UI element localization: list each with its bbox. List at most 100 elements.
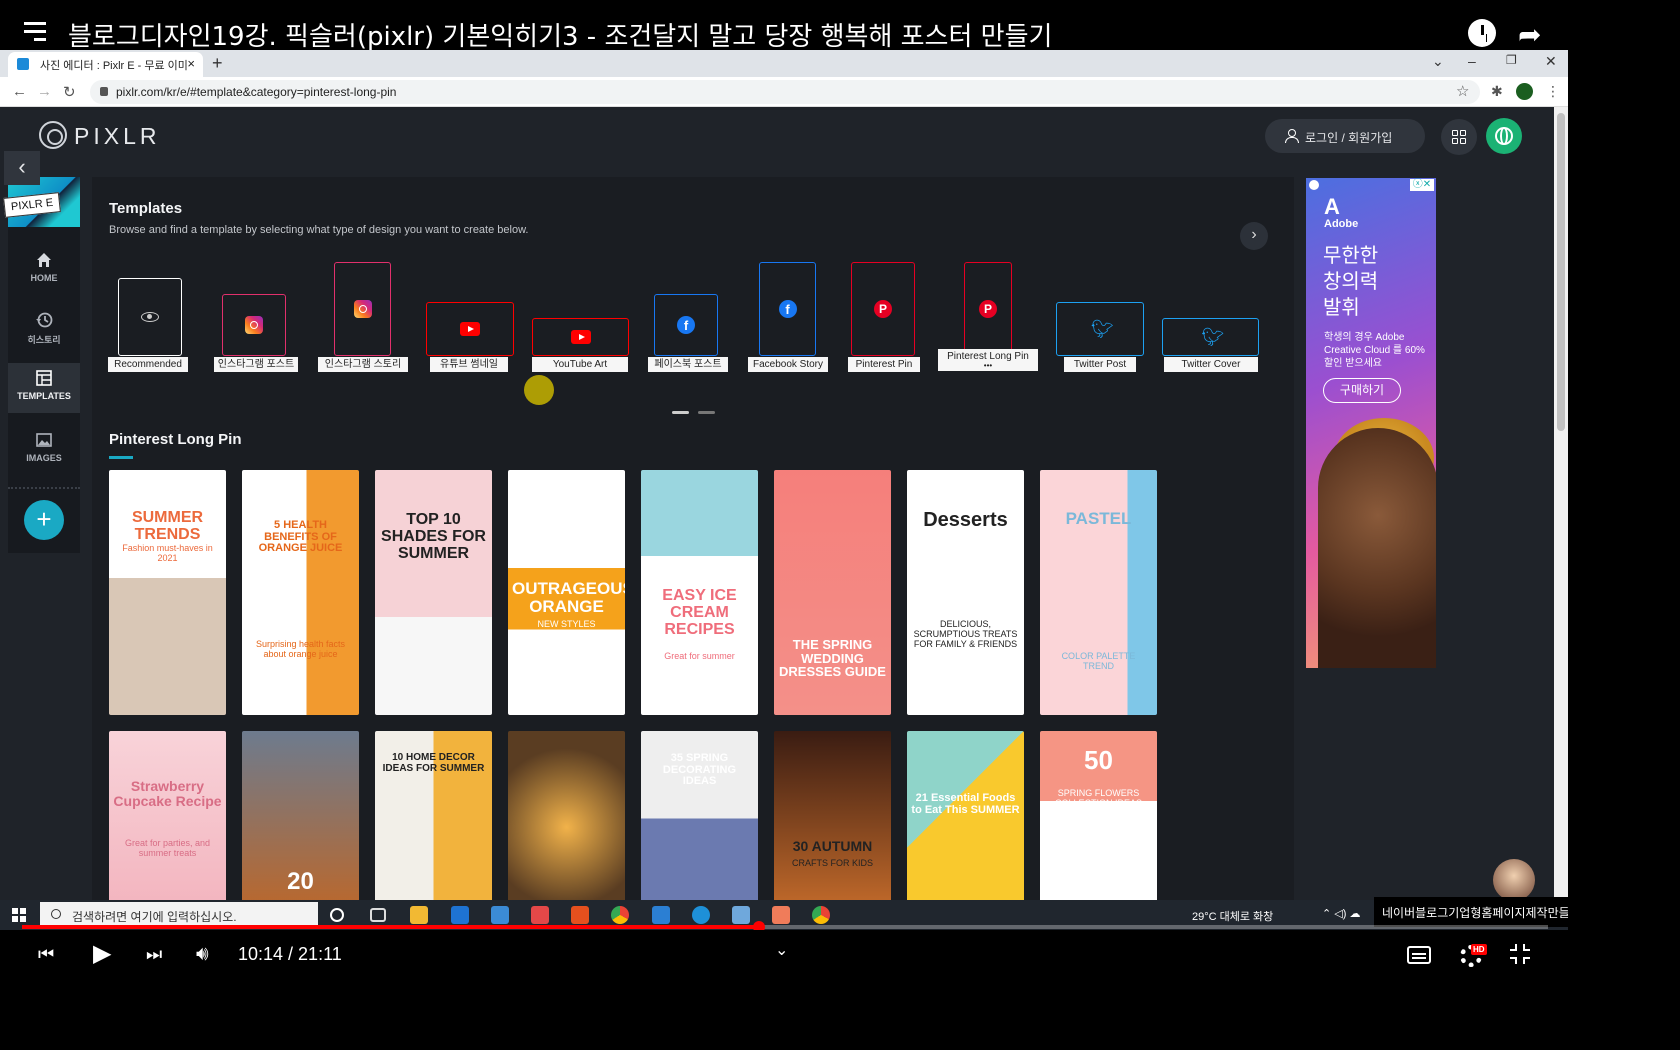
template-type-card[interactable] <box>118 278 182 356</box>
cortana-icon[interactable] <box>330 908 344 922</box>
carousel-pagination[interactable] <box>672 401 724 419</box>
sidebar-item-history[interactable]: 히스토리 <box>8 305 80 353</box>
template-type-card[interactable] <box>222 294 286 356</box>
apps-grid-button[interactable] <box>1441 119 1477 155</box>
play-icon[interactable]: ▶ <box>93 939 111 968</box>
extensions-icon[interactable]: ✱ <box>1491 83 1503 100</box>
pixlr-logo-icon[interactable] <box>39 121 67 149</box>
template-type-label[interactable]: Recommended <box>108 357 188 372</box>
scrollbar-thumb[interactable] <box>1557 113 1565 431</box>
template-thumbnail[interactable]: Desserts DELICIOUS, SCRUMPTIOUS TREATS FO… <box>907 470 1024 715</box>
watch-later-icon[interactable] <box>1468 19 1496 47</box>
template-type-label[interactable]: 페이스북 포스트 <box>648 357 728 372</box>
sidebar-item-templates[interactable]: TEMPLATES <box>8 363 80 413</box>
collapse-sidebar-button[interactable]: ‹ <box>4 151 40 185</box>
template-type-label[interactable]: Twitter Post <box>1064 357 1136 372</box>
sidebar-item-home[interactable]: HOME <box>8 245 80 293</box>
create-new-button[interactable]: + <box>24 500 64 540</box>
template-thumbnail[interactable]: 50 SPRING FLOWERS COLLECTION IDEAS <box>1040 731 1157 900</box>
office-icon[interactable] <box>571 906 589 924</box>
share-icon[interactable]: ➦ <box>1518 18 1541 51</box>
pixlr-wordmark[interactable]: PIXLR <box>74 123 160 150</box>
profile-avatar[interactable] <box>1516 83 1533 100</box>
forward-arrow-icon[interactable]: → <box>37 83 52 100</box>
template-thumbnail[interactable]: TOP 10 SHADES FOR SUMMER <box>375 470 492 715</box>
template-thumbnail[interactable]: 20 <box>242 731 359 900</box>
template-thumbnail[interactable]: 5 HEALTH BENEFITS OF ORANGE JUICE Surpris… <box>242 470 359 715</box>
template-type-card[interactable] <box>426 302 514 356</box>
template-type-label[interactable]: YouTube Art <box>532 357 628 372</box>
template-thumbnail[interactable]: 35 SPRING DECORATING IDEAS <box>641 731 758 900</box>
language-globe-icon[interactable] <box>1486 118 1522 154</box>
chrome-icon[interactable] <box>812 906 830 924</box>
sidebar-item-images[interactable]: IMAGES <box>8 425 80 473</box>
tab-close-icon[interactable]: × <box>187 56 195 71</box>
template-thumbnail[interactable]: Strawberry Cupcake Recipe Great for parti… <box>109 731 226 900</box>
template-thumbnail[interactable]: OUTRAGEOUS ORANGE NEW STYLES <box>508 470 625 715</box>
tab-search-icon[interactable]: ⌄ <box>1432 53 1444 70</box>
browser-menu-icon[interactable]: ⋮ <box>1546 83 1560 100</box>
template-thumbnail[interactable]: 21 Essential Foods to Eat This SUMMER <box>907 731 1024 900</box>
previous-icon[interactable]: ⏮ <box>38 944 54 965</box>
app-icon[interactable] <box>652 906 670 924</box>
restore-icon[interactable]: ❐ <box>1506 53 1517 67</box>
bookmark-star-icon[interactable]: ☆ <box>1456 82 1469 100</box>
app-icon[interactable] <box>491 906 509 924</box>
system-tray-icons[interactable]: ⌃ ◁) ☁ <box>1322 907 1360 920</box>
minimize-icon[interactable]: – <box>1468 53 1476 69</box>
chrome-icon[interactable] <box>611 906 629 924</box>
template-type-card[interactable]: f <box>759 262 816 356</box>
ad-buy-button[interactable]: 구매하기 <box>1323 378 1401 403</box>
template-thumbnail[interactable]: THE SPRING WEDDING DRESSES GUIDE <box>774 470 891 715</box>
template-type-label[interactable]: 인스타그램 스토리 <box>318 357 408 372</box>
windows-start-icon[interactable] <box>12 908 26 922</box>
template-thumbnail[interactable]: PASTEL COLOR PALETTE TREND <box>1040 470 1157 715</box>
task-view-icon[interactable] <box>370 908 386 922</box>
url-text[interactable]: pixlr.com/kr/e/#template&category=pinter… <box>116 85 396 99</box>
mail-icon[interactable] <box>451 906 469 924</box>
template-type-card[interactable] <box>334 262 391 356</box>
app-icon[interactable] <box>772 906 790 924</box>
templates-next-button[interactable]: › <box>1240 222 1268 250</box>
file-explorer-icon[interactable] <box>410 906 428 924</box>
template-thumbnail[interactable]: 30 AUTUMN CRAFTS FOR KIDS <box>774 731 891 900</box>
ad-close-icon[interactable]: ⓧ✕ <box>1410 179 1434 191</box>
subtitles-icon[interactable] <box>1407 946 1431 964</box>
reload-icon[interactable]: ↻ <box>63 83 76 101</box>
adobe-ad[interactable]: ⓧ✕ A Adobe 무한한 창의력 발휘 학생의 경우 Adobe Creat… <box>1306 178 1436 668</box>
template-type-card[interactable]: P <box>851 262 915 356</box>
template-type-label[interactable]: Facebook Story <box>748 357 828 372</box>
template-thumbnail[interactable]: SUMMER TRENDS Fashion must-haves in 2021 <box>109 470 226 715</box>
playlist-icon[interactable] <box>24 22 50 42</box>
template-thumbnail[interactable]: 10 HOME DECOR IDEAS FOR SUMMER <box>375 731 492 900</box>
app-icon[interactable] <box>531 906 549 924</box>
back-arrow-icon[interactable]: ← <box>12 83 27 100</box>
template-type-card[interactable] <box>532 318 629 356</box>
volume-icon[interactable]: 🔊︎ <box>196 943 209 966</box>
template-type-card[interactable]: 🐦︎ <box>1162 318 1259 356</box>
app-icon[interactable] <box>732 906 750 924</box>
window-close-icon[interactable]: ✕ <box>1545 53 1557 70</box>
browser-tab[interactable]: 사진 에디터 : Pixlr E - 무료 이미 × <box>8 52 203 77</box>
url-bar[interactable]: pixlr.com/kr/e/#template&category=pinter… <box>90 80 1480 104</box>
template-type-label[interactable]: Twitter Cover <box>1164 357 1258 372</box>
template-type-label[interactable]: Pinterest Pin <box>848 357 920 372</box>
video-title[interactable]: 블로그디자인19강. 픽슬러(pixlr) 기본익히기3 - 조건달지 말고 당… <box>68 16 1052 53</box>
template-type-card[interactable]: f <box>654 294 718 356</box>
template-thumbnail[interactable] <box>508 731 625 900</box>
template-type-card[interactable]: P <box>964 262 1012 356</box>
template-thumbnail[interactable]: EASY ICE CREAM RECIPES Great for summer <box>641 470 758 715</box>
ad-info-icon[interactable] <box>1309 180 1319 190</box>
template-type-label[interactable]: 유튜브 썸네일 <box>430 357 508 372</box>
new-tab-button[interactable]: + <box>212 53 223 74</box>
chapters-chevron-icon[interactable]: ⌄ <box>775 940 788 960</box>
exit-fullscreen-icon[interactable] <box>1510 944 1530 964</box>
template-type-label[interactable]: 인스타그램 포스트 <box>214 357 298 372</box>
login-button[interactable]: 로그인 / 회원가입 <box>1265 119 1425 153</box>
internet-explorer-icon[interactable] <box>692 906 710 924</box>
weather-widget[interactable]: 29°C 대체로 화창 <box>1192 908 1273 924</box>
video-progress-bar[interactable] <box>22 921 1548 933</box>
page-scrollbar[interactable] <box>1554 107 1568 900</box>
template-type-card[interactable]: 🐦︎ <box>1056 302 1144 356</box>
next-icon[interactable]: ⏭ <box>146 944 162 965</box>
